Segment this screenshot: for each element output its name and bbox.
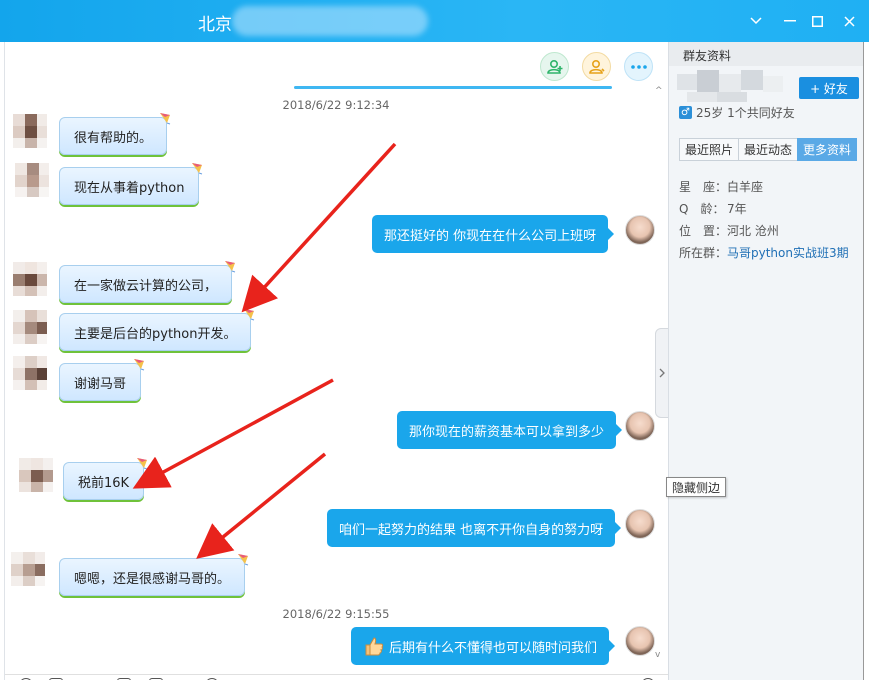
bubble-tail [616, 424, 623, 436]
message-bubble[interactable]: 现在从事着python [59, 163, 203, 205]
message-bubble[interactable]: 税前16K [63, 458, 148, 500]
kite-icon [238, 554, 249, 566]
male-icon: ♂ [679, 106, 692, 119]
kite-icon [134, 359, 145, 371]
member-info-panel: 群友资料 + 好友 ♂ 25岁 1个共同好友 最近照片 最近动态 更多资料 星 … [668, 42, 864, 680]
message-text: 后期有什么不懂得也可以随时问我们 [389, 640, 598, 656]
age-line: ♂ 25岁 1个共同好友 [679, 104, 795, 121]
chat-toolbar [5, 42, 668, 92]
message-text: 主要是后台的python开发。 [74, 326, 237, 342]
title-bar: 北京 [0, 0, 869, 42]
info-row-group: 所在群：马哥python实战班3期 [679, 244, 849, 261]
message-text: 嗯嗯，还是很感谢马哥的。 [74, 571, 231, 587]
message-text: 谢谢马哥 [74, 376, 127, 392]
message-bubble[interactable]: 很有帮助的。 [59, 113, 171, 155]
avatar[interactable] [625, 411, 655, 441]
avatar[interactable] [625, 626, 655, 656]
avatar[interactable] [13, 310, 47, 344]
avatar[interactable] [625, 509, 655, 539]
message-text: 那你现在的薪资基本可以拿到多少 [409, 424, 605, 440]
info-value: 河北 沧州 [727, 224, 779, 238]
minimize-icon[interactable] [779, 10, 801, 32]
message-text: 在一家做云计算的公司， [74, 278, 218, 294]
add-friend-button[interactable]: + 好友 [799, 77, 859, 99]
chat-title: 北京 [198, 15, 232, 35]
info-label: Q 龄： [679, 202, 725, 216]
avatar[interactable] [13, 114, 47, 148]
info-value: 7年 [727, 202, 747, 216]
panel-title: 群友资料 [669, 42, 864, 66]
info-row-location: 位 置：河北 沧州 [679, 222, 779, 239]
annotation-arrow [196, 452, 327, 559]
maximize-icon[interactable] [806, 10, 828, 32]
info-label: 星 座： [679, 180, 728, 194]
info-row-q-age: Q 龄： 7年 [679, 200, 747, 217]
message-bubble[interactable]: 咱们一起努力的结果 也离不开你自身的努力呀 [327, 509, 622, 547]
bubble-tail [615, 522, 622, 534]
info-label: 所在群： [679, 246, 728, 260]
info-label: 位 置： [679, 224, 728, 238]
timestamp: 2018/6/22 9:12:34 [282, 98, 390, 112]
age-text: 25岁 1个共同好友 [696, 106, 795, 120]
tab-recent-photos[interactable]: 最近照片 [679, 138, 740, 161]
profile-tabs: 最近照片 最近动态 更多资料 [679, 138, 858, 161]
background-window-edge [863, 42, 869, 680]
kite-icon [192, 163, 203, 175]
avatar[interactable] [15, 163, 49, 197]
tab-recent-activity[interactable]: 最近动态 [738, 138, 799, 161]
kite-icon [137, 458, 148, 470]
info-row-constellation: 星 座：白羊座 [679, 178, 763, 195]
message-bubble[interactable]: 嗯嗯，还是很感谢马哥的。 [59, 554, 249, 596]
message-text: 税前16K [78, 475, 130, 491]
avatar[interactable] [625, 215, 655, 245]
close-icon[interactable] [838, 10, 860, 32]
invite-icon[interactable] [582, 52, 611, 81]
message-bubble[interactable]: 那你现在的薪资基本可以拿到多少 [397, 411, 623, 449]
message-bubble[interactable]: 谢谢马哥 [59, 359, 145, 401]
input-toolbar [5, 674, 668, 680]
scroll-down-icon[interactable]: v [655, 650, 660, 660]
bubble-tail [608, 228, 615, 240]
annotation-arrow [132, 378, 334, 489]
avatar[interactable] [13, 356, 47, 390]
chat-area: ^ v 2018/6/22 9:12:34 很有帮助的。 现在从事着python… [4, 42, 668, 680]
tooltip: 隐藏侧边 [666, 477, 727, 497]
message-bubble[interactable]: 主要是后台的python开发。 [59, 309, 255, 351]
message-text: 咱们一起努力的结果 也离不开你自身的努力呀 [339, 522, 604, 538]
kite-icon [160, 113, 171, 125]
timestamp: 2018/6/22 9:15:55 [282, 607, 390, 621]
title-redacted [232, 6, 428, 36]
kite-icon [225, 261, 236, 273]
message-bubble[interactable]: 那还挺好的 你现在在什么公司上班呀 [372, 215, 615, 253]
bubble-tail [609, 640, 616, 652]
chevron-down-icon[interactable] [745, 10, 767, 32]
chat-window: 北京 ^ v 2018/6/22 9:12:34 很有帮助的。 现在从事着pyt… [0, 0, 869, 680]
add-user-icon[interactable] [540, 52, 569, 81]
message-text: 很有帮助的。 [74, 130, 153, 146]
group-link[interactable]: 马哥python实战班3期 [727, 246, 849, 260]
message-text: 现在从事着python [74, 180, 185, 196]
kite-icon [244, 309, 255, 321]
hide-sidebar-handle[interactable] [655, 328, 669, 418]
previous-message-edge [294, 86, 612, 89]
message-text: 那还挺好的 你现在在什么公司上班呀 [384, 228, 597, 244]
message-bubble[interactable]: 后期有什么不懂得也可以随时问我们 [351, 627, 616, 665]
tab-more-info[interactable]: 更多资料 [797, 138, 858, 161]
avatar[interactable] [11, 552, 45, 586]
avatar[interactable] [19, 458, 53, 492]
info-value: 白羊座 [727, 180, 764, 194]
more-icon[interactable] [624, 52, 653, 81]
chevron-right-icon [659, 368, 665, 378]
avatar[interactable] [13, 262, 47, 296]
message-bubble[interactable]: 在一家做云计算的公司， [59, 261, 236, 303]
scroll-up-icon[interactable]: ^ [655, 86, 663, 96]
thumbs-up-icon [365, 637, 384, 656]
